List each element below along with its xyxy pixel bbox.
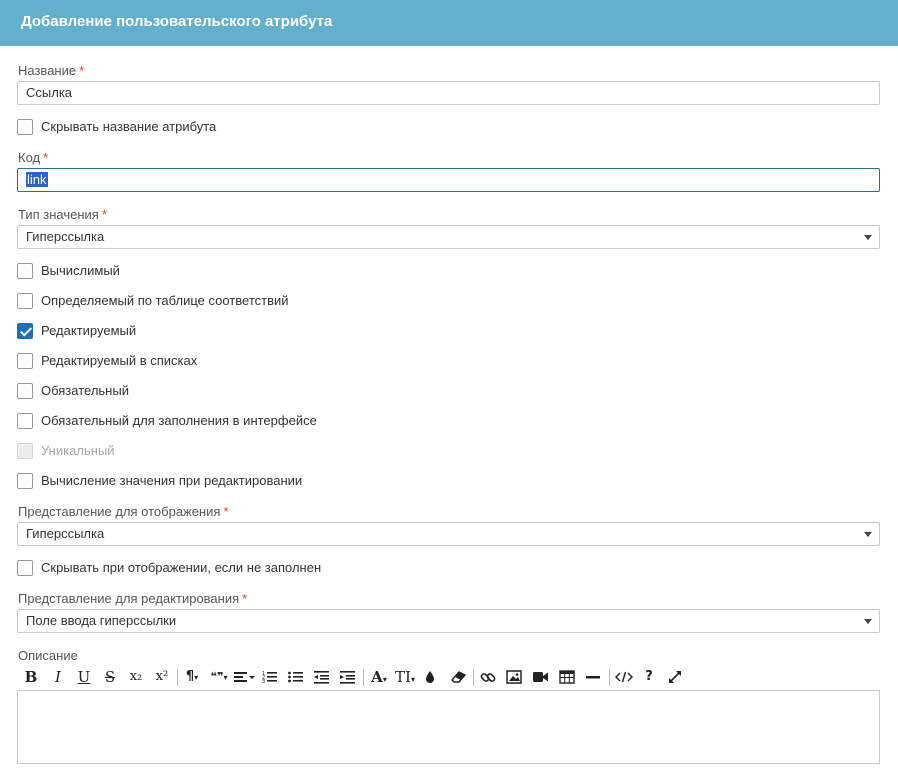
flag-required-checkbox[interactable] <box>17 383 33 399</box>
name-input[interactable]: Ссылка <box>17 81 880 105</box>
clear-format-icon[interactable] <box>448 666 468 688</box>
flag-mapping-table-label: Определяемый по таблице соответствий <box>41 293 289 308</box>
required-mark: * <box>101 207 107 222</box>
toolbar-separator <box>363 669 364 686</box>
superscript-icon[interactable]: x² <box>152 666 172 688</box>
underline-icon[interactable]: U <box>75 666 93 688</box>
display-view-select-value: Гиперссылка <box>26 526 105 541</box>
name-input-value: Ссылка <box>26 85 73 100</box>
value-type-label: Тип значения * <box>18 207 107 222</box>
table-icon[interactable] <box>558 666 576 688</box>
dialog-title: Добавление пользовательского атрибута <box>21 13 333 30</box>
bold-icon[interactable]: B <box>22 666 40 688</box>
code-view-icon[interactable] <box>614 666 634 688</box>
align-icon[interactable] <box>233 666 257 688</box>
name-label: Название * <box>18 63 85 78</box>
hide-name-checkbox[interactable] <box>17 119 33 135</box>
quote-icon[interactable]: ❝❞▾ <box>206 666 232 688</box>
edit-view-select-value: Поле ввода гиперссылки <box>26 613 177 628</box>
code-input-value: link <box>26 172 48 187</box>
required-mark: * <box>43 150 49 165</box>
description-editor[interactable] <box>17 690 880 764</box>
edit-view-select[interactable]: Поле ввода гиперссылки <box>17 609 880 633</box>
line-height-icon[interactable]: TI▾ <box>393 666 417 688</box>
flag-required-label: Обязательный <box>41 383 129 398</box>
paragraph-format-icon[interactable]: ¶▾ <box>181 666 203 688</box>
image-icon[interactable] <box>505 666 523 688</box>
flag-computable-checkbox[interactable] <box>17 263 33 279</box>
required-mark: * <box>79 63 85 78</box>
flag-computable-label: Вычислимый <box>41 263 120 278</box>
flag-unique-label: Уникальный <box>41 443 115 458</box>
outdent-icon[interactable] <box>313 666 331 688</box>
value-type-select-value: Гиперссылка <box>26 229 105 244</box>
font-size-icon[interactable]: A▾ <box>367 666 391 688</box>
help-icon[interactable]: ? <box>641 666 657 688</box>
flag-editable-in-lists-checkbox[interactable] <box>17 353 33 369</box>
description-label: Описание <box>18 648 78 663</box>
flag-compute-on-edit-label: Вычисление значения при редактировании <box>41 473 303 488</box>
toolbar-separator <box>609 669 610 686</box>
code-label: Код * <box>18 150 49 165</box>
required-mark: * <box>242 591 248 606</box>
chevron-down-icon <box>864 532 872 537</box>
link-icon[interactable] <box>479 666 497 688</box>
chevron-down-icon <box>864 235 872 240</box>
flag-compute-on-edit-checkbox[interactable] <box>17 473 33 489</box>
flag-required-in-ui-checkbox[interactable] <box>17 413 33 429</box>
dialog-header: Добавление пользовательского атрибута <box>0 0 898 46</box>
subscript-icon[interactable]: x₂ <box>126 666 146 688</box>
edit-view-label: Представление для редактирования * <box>18 591 248 606</box>
color-icon[interactable] <box>422 666 438 688</box>
flag-editable-checkbox[interactable] <box>17 323 33 339</box>
fullscreen-icon[interactable] <box>666 666 684 688</box>
video-icon[interactable] <box>531 666 549 688</box>
hide-empty-checkbox[interactable] <box>17 560 33 576</box>
unordered-list-icon[interactable] <box>287 666 305 688</box>
ordered-list-icon[interactable]: 123 <box>261 666 279 688</box>
required-mark: * <box>223 504 229 519</box>
flag-unique-checkbox <box>17 443 33 459</box>
hide-empty-checkbox-label: Скрывать при отображении, если не заполн… <box>41 560 322 575</box>
flag-editable-in-lists-label: Редактируемый в списках <box>41 353 198 368</box>
flag-editable-label: Редактируемый <box>41 323 137 338</box>
display-view-select[interactable]: Гиперссылка <box>17 522 880 546</box>
toolbar-separator <box>473 669 474 686</box>
flag-mapping-table-checkbox[interactable] <box>17 293 33 309</box>
flag-required-in-ui-label: Обязательный для заполнения в интерфейсе <box>41 413 317 428</box>
hide-name-checkbox-label: Скрывать название атрибута <box>41 119 217 134</box>
indent-icon[interactable] <box>339 666 357 688</box>
horizontal-line-icon[interactable] <box>584 666 602 688</box>
chevron-down-icon <box>864 619 872 624</box>
strikethrough-icon[interactable]: S <box>101 666 119 688</box>
toolbar-separator <box>177 669 178 686</box>
value-type-select[interactable]: Гиперссылка <box>17 225 880 249</box>
svg-text:3: 3 <box>262 679 265 685</box>
code-input[interactable]: link <box>17 168 880 192</box>
italic-icon[interactable]: I <box>49 666 67 688</box>
display-view-label: Представление для отображения * <box>18 504 229 519</box>
editor-toolbar: B I U S x₂ x² ¶▾ ❝❞▾ 123 A▾ TI▾ ? <box>20 666 700 688</box>
